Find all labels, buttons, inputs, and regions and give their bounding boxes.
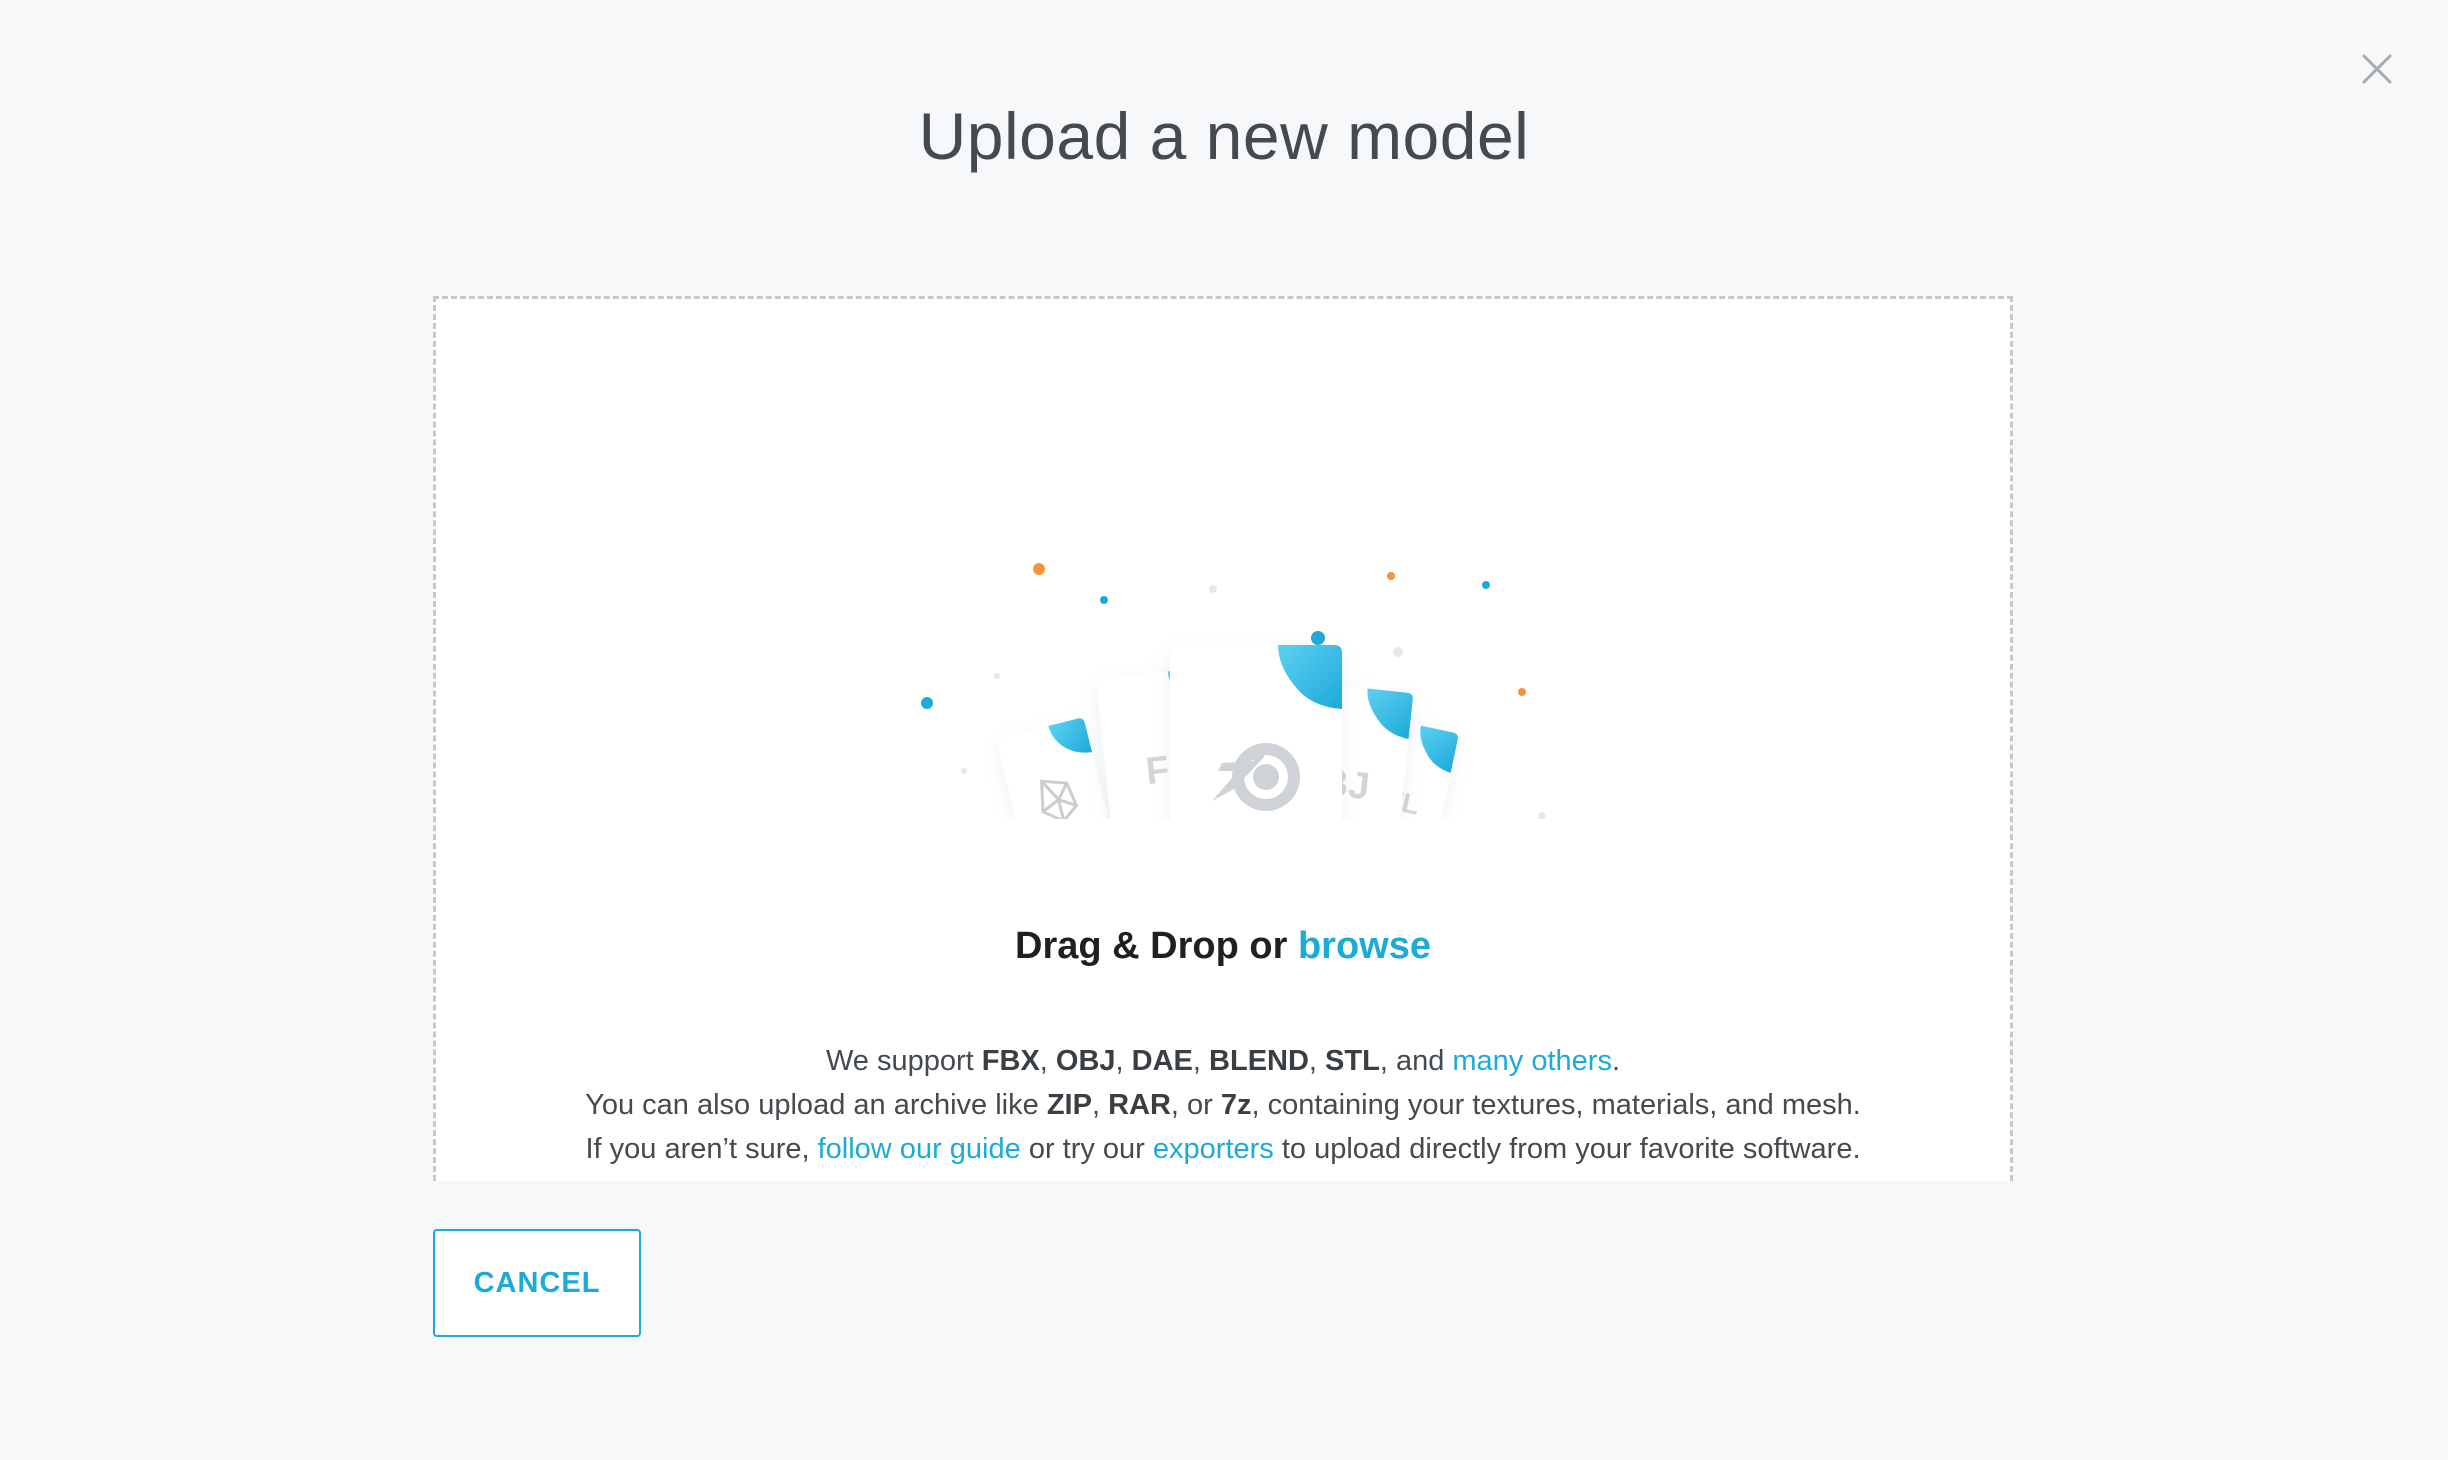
info-text: If you aren’t sure, — [585, 1133, 810, 1165]
format-obj: OBJ — [1055, 1045, 1116, 1077]
info-text: . — [1611, 1045, 1621, 1077]
many-others-link[interactable]: many others — [1452, 1045, 1612, 1077]
close-icon — [2362, 54, 2392, 84]
info-text: , or — [1170, 1089, 1213, 1121]
info-text: , containing your textures, materials, a… — [1251, 1089, 1861, 1121]
format-blend: BLEND — [1209, 1045, 1309, 1077]
format-7z: 7z — [1220, 1089, 1252, 1121]
info-line-3: If you aren’t sure, follow our guide or … — [436, 1127, 2010, 1171]
file-formats-illustration: FBX STL OBJ — [856, 419, 1596, 819]
info-text: You can also upload an archive like — [585, 1089, 1039, 1121]
file-card-blend — [1170, 645, 1342, 819]
format-rar: RAR — [1108, 1089, 1171, 1121]
info-line-2: You can also upload an archive like ZIP,… — [436, 1083, 2010, 1127]
separator: , — [1308, 1045, 1317, 1077]
separator: , — [1039, 1045, 1048, 1077]
upload-modal: Upload a new model Drag & Drop or browse… — [0, 0, 2448, 1460]
drag-drop-text: Drag & Drop or — [1015, 925, 1288, 967]
drag-drop-prompt: Drag & Drop or browse — [436, 925, 2010, 968]
format-stl: STL — [1325, 1045, 1380, 1077]
separator: , — [1115, 1045, 1124, 1077]
exporters-link[interactable]: exporters — [1153, 1133, 1274, 1165]
separator: , — [1192, 1045, 1201, 1077]
info-text: or try our — [1028, 1133, 1145, 1165]
follow-guide-link[interactable]: follow our guide — [818, 1133, 1021, 1165]
file-card-logo — [997, 718, 1110, 819]
browse-link[interactable]: browse — [1298, 925, 1431, 967]
file-dropzone[interactable]: FBX STL OBJ — [433, 296, 2013, 1181]
info-line-1: We support FBX, OBJ, DAE, BLEND, STL, an… — [436, 1039, 2010, 1083]
format-zip: ZIP — [1046, 1089, 1092, 1121]
info-text: to upload directly from your favorite so… — [1281, 1133, 1861, 1165]
format-fbx: FBX — [981, 1045, 1040, 1077]
format-dae: DAE — [1131, 1045, 1193, 1077]
info-text: , and — [1379, 1045, 1445, 1077]
page-title: Upload a new model — [918, 99, 1530, 173]
info-text: We support — [825, 1045, 974, 1077]
separator: , — [1091, 1089, 1100, 1121]
close-button[interactable] — [2356, 48, 2398, 90]
cancel-button[interactable]: CANCEL — [433, 1229, 641, 1337]
supported-formats-info: We support FBX, OBJ, DAE, BLEND, STL, an… — [436, 1039, 2010, 1171]
